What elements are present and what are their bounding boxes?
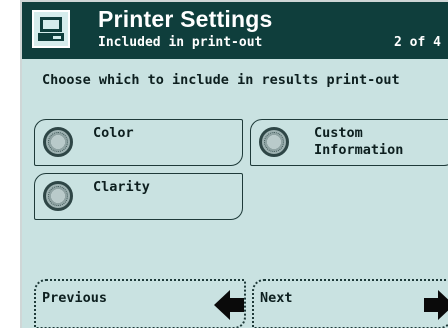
- page-subtitle: Included in print-out: [98, 35, 263, 50]
- option-label: Custom Information: [314, 125, 404, 158]
- printer-icon: [32, 10, 70, 48]
- device-screen: Printer Settings Included in print-out 2…: [20, 0, 448, 328]
- option-custom-information[interactable]: Custom Information: [250, 119, 448, 166]
- arrow-right-icon: [424, 290, 448, 320]
- header-bar: Printer Settings Included in print-out 2…: [22, 2, 448, 59]
- instruction-text: Choose which to include in results print…: [42, 72, 400, 88]
- option-label: Color: [93, 125, 134, 141]
- previous-button[interactable]: Previous: [34, 279, 246, 328]
- next-button[interactable]: Next: [252, 279, 448, 328]
- arrow-left-icon: [214, 290, 244, 320]
- option-clarity[interactable]: Clarity: [34, 173, 243, 220]
- next-button-label: Next: [260, 290, 293, 306]
- radio-button-icon[interactable]: [43, 127, 73, 157]
- option-color[interactable]: Color: [34, 119, 243, 166]
- radio-button-icon[interactable]: [259, 127, 289, 157]
- previous-button-label: Previous: [42, 290, 108, 306]
- radio-button-icon[interactable]: [43, 181, 73, 211]
- page-counter: 2 of 4: [394, 35, 441, 50]
- page-title: Printer Settings: [98, 6, 273, 32]
- option-label: Clarity: [93, 179, 150, 195]
